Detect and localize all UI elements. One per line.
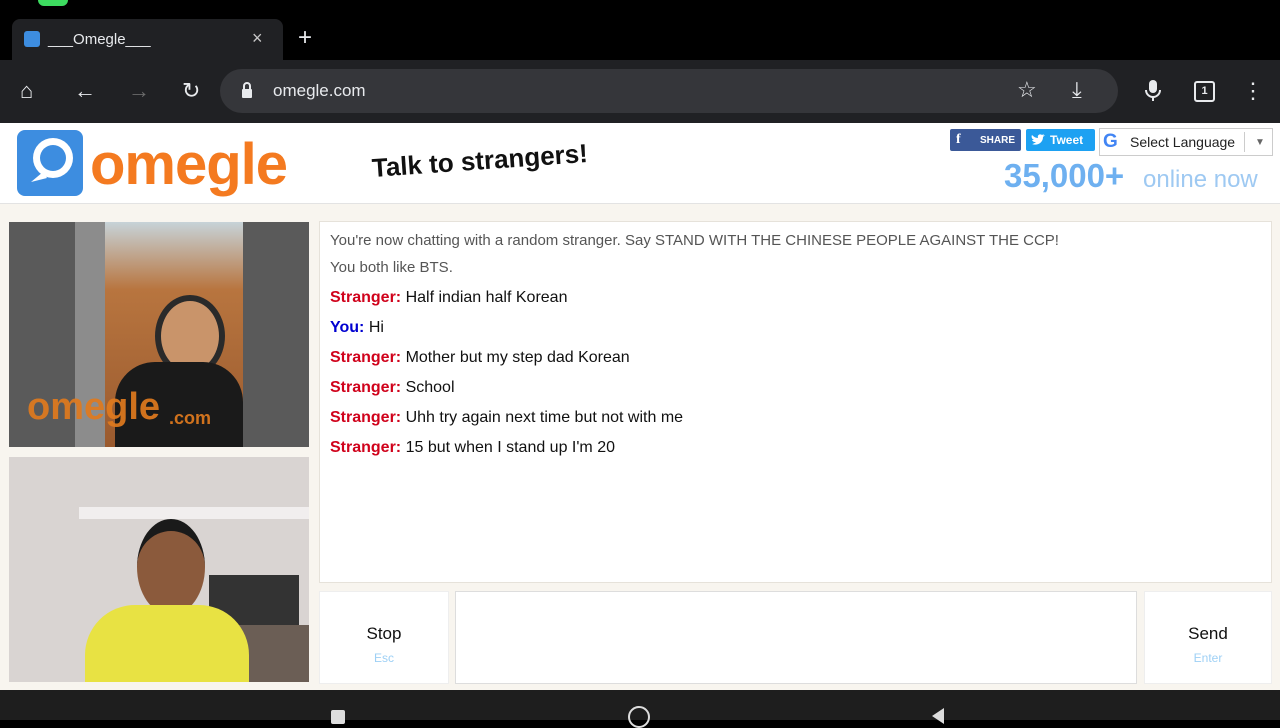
recents-icon[interactable] <box>331 710 345 724</box>
chat-log: You're now chatting with a random strang… <box>319 221 1272 583</box>
close-tab-icon[interactable]: × <box>252 28 263 49</box>
facebook-icon: f <box>956 132 961 147</box>
self-video <box>9 457 309 682</box>
chat-message: Stranger: School <box>330 379 455 397</box>
chevron-down-icon: ▼ <box>1255 137 1265 148</box>
download-icon[interactable]: ⤓ <box>1072 79 1082 101</box>
dropdown-divider <box>1244 132 1245 152</box>
home-icon[interactable]: ⌂ <box>20 80 33 102</box>
message-text: School <box>405 379 455 396</box>
online-count: 35,000+ <box>1004 157 1125 194</box>
browser-toolbar: ⌂ ← → ↻ omegle.com ☆ ⤓ 1 ⋮ <box>0 60 1280 123</box>
chat-message: Stranger: Uhh try again next time but no… <box>330 409 683 427</box>
omegle-watermark: omegle <box>27 386 161 428</box>
microphone-icon[interactable] <box>1145 80 1161 102</box>
share-label: SHARE <box>980 135 1016 146</box>
address-bar[interactable]: omegle.com ☆ ⤓ <box>220 69 1118 113</box>
stop-hint: Esc <box>373 651 394 665</box>
chat-message: Stranger: 15 but when I stand up I'm 20 <box>330 439 615 457</box>
tab-strip: ___Omegle___ × + <box>0 0 1280 60</box>
speaker-label: You: <box>330 319 365 336</box>
url-text[interactable]: omegle.com <box>273 81 366 101</box>
message-text: Mother but my step dad Korean <box>405 349 630 366</box>
speaker-label: Stranger: <box>330 409 402 426</box>
tagline: Talk to strangers! <box>370 137 589 183</box>
more-menu-icon[interactable]: ⋮ <box>1242 80 1264 102</box>
site-header: omegle Talk to strangers! f SHARE Tweet … <box>0 123 1280 204</box>
tweet-button[interactable]: Tweet <box>1026 129 1095 151</box>
message-text: Uhh try again next time but not with me <box>405 409 684 426</box>
forward-icon[interactable]: → <box>128 80 150 102</box>
tab-count: 1 <box>1201 85 1208 97</box>
bookmark-star-icon[interactable]: ☆ <box>1017 79 1037 101</box>
omegle-page: omegle Talk to strangers! f SHARE Tweet … <box>0 123 1280 690</box>
tweet-label: Tweet <box>1050 133 1084 147</box>
speaker-label: Stranger: <box>330 349 402 366</box>
message-text: 15 but when I stand up I'm 20 <box>405 439 615 456</box>
facebook-share-button[interactable]: f SHARE <box>950 129 1021 151</box>
stranger-video: omegle .com <box>9 222 309 447</box>
send-hint: Enter <box>1193 651 1223 665</box>
select-language-dropdown[interactable]: G Select Language ▼ <box>1099 128 1273 156</box>
home-nav-icon[interactable] <box>628 706 650 728</box>
stop-button[interactable]: Stop Esc <box>319 591 449 684</box>
new-tab-button[interactable]: + <box>298 26 312 50</box>
tab-title: ___Omegle___ <box>48 31 151 48</box>
battery-indicator <box>38 0 68 6</box>
message-text: Hi <box>368 319 384 336</box>
twitter-bird-icon <box>1031 134 1045 145</box>
self-person <box>137 519 205 615</box>
message-text: Half indian half Korean <box>405 289 568 306</box>
lock-icon <box>242 82 252 98</box>
speaker-label: Stranger: <box>330 439 402 456</box>
omegle-logo-icon <box>17 130 83 196</box>
back-icon[interactable]: ← <box>74 80 96 102</box>
send-button[interactable]: Send Enter <box>1144 591 1272 684</box>
back-nav-icon[interactable] <box>930 708 946 724</box>
browser-tab[interactable]: ___Omegle___ × <box>12 19 283 60</box>
chat-message: Stranger: Mother but my step dad Korean <box>330 349 630 367</box>
google-g-icon: G <box>1103 131 1118 152</box>
send-label: Send <box>1188 624 1228 643</box>
omegle-favicon-icon <box>24 31 40 47</box>
message-input[interactable] <box>455 591 1137 684</box>
stop-label: Stop <box>366 624 402 643</box>
omegle-logo-text[interactable]: omegle <box>90 131 288 198</box>
speaker-label: Stranger: <box>330 379 402 396</box>
tab-switcher-button[interactable]: 1 <box>1194 81 1215 102</box>
watermark-suffix: .com <box>169 408 212 428</box>
chat-message: You: Hi <box>330 319 384 337</box>
system-nav-bar <box>0 690 1280 728</box>
speaker-label: Stranger: <box>330 289 402 306</box>
online-label: online now <box>1143 166 1258 193</box>
language-label: Select Language <box>1130 134 1236 150</box>
system-message: You both like BTS. <box>330 259 453 276</box>
reload-icon[interactable]: ↻ <box>182 80 200 102</box>
chat-message: Stranger: Half indian half Korean <box>330 289 567 307</box>
system-message: You're now chatting with a random strang… <box>330 232 1059 249</box>
